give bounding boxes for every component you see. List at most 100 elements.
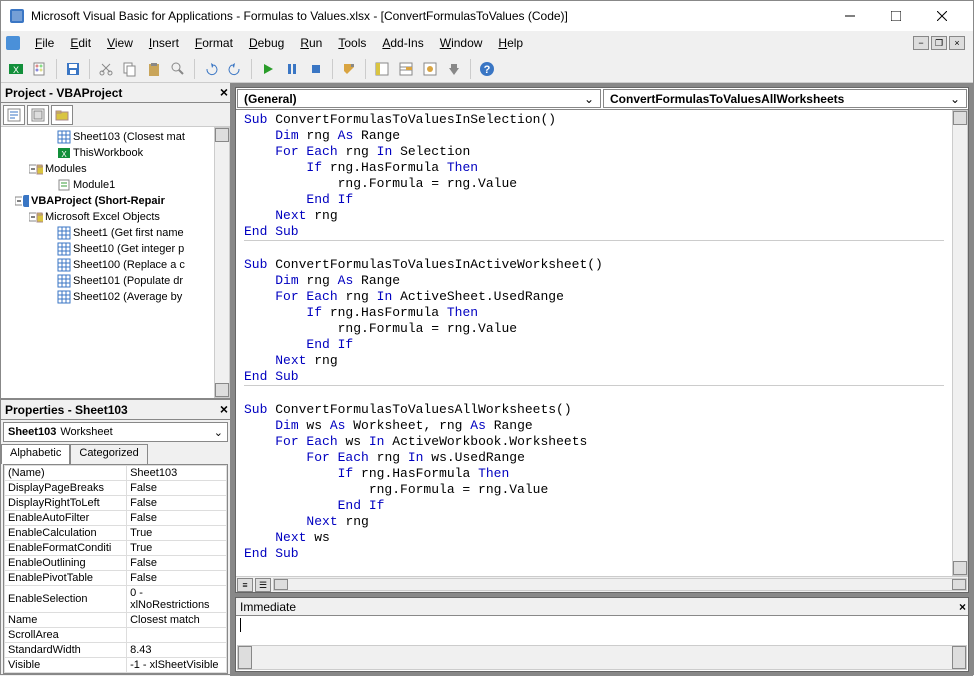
prop-value[interactable]: False — [127, 481, 227, 496]
prop-name[interactable]: ScrollArea — [5, 628, 127, 643]
project-explorer-button[interactable] — [371, 58, 393, 80]
paste-button[interactable] — [143, 58, 165, 80]
view-excel-button[interactable]: X — [5, 58, 27, 80]
prop-value[interactable]: False — [127, 556, 227, 571]
properties-close-icon[interactable]: × — [220, 401, 228, 417]
mdi-close-button[interactable]: × — [949, 36, 965, 50]
save-button[interactable] — [62, 58, 84, 80]
immediate-close-icon[interactable]: × — [959, 600, 966, 614]
project-explorer-close-icon[interactable]: × — [220, 84, 228, 100]
prop-value[interactable]: True — [127, 541, 227, 556]
mdi-restore-button[interactable]: ❐ — [931, 36, 947, 50]
prop-value[interactable]: False — [127, 496, 227, 511]
insert-dropdown[interactable] — [29, 58, 51, 80]
code-vscroll[interactable] — [952, 110, 968, 576]
prop-name[interactable]: StandardWidth — [5, 643, 127, 658]
menu-debug[interactable]: Debug — [241, 34, 292, 52]
tab-categorized[interactable]: Categorized — [70, 444, 147, 464]
tree-item[interactable]: VBAProject (Short-Repair — [1, 193, 230, 209]
view-code-button[interactable] — [3, 105, 25, 125]
find-button[interactable] — [167, 58, 189, 80]
prop-name[interactable]: EnableFormatConditi — [5, 541, 127, 556]
prop-name[interactable]: EnablePivotTable — [5, 571, 127, 586]
break-button[interactable] — [281, 58, 303, 80]
minimize-button[interactable] — [827, 1, 873, 31]
mdi-icon — [5, 35, 21, 51]
menu-insert[interactable]: Insert — [141, 34, 187, 52]
copy-button[interactable] — [119, 58, 141, 80]
prop-name[interactable]: EnableCalculation — [5, 526, 127, 541]
immediate-hscroll[interactable] — [237, 645, 967, 671]
prop-value[interactable]: True — [127, 526, 227, 541]
code-hscroll[interactable] — [273, 578, 967, 591]
prop-value[interactable] — [127, 628, 227, 643]
close-button[interactable] — [919, 1, 965, 31]
menu-window[interactable]: Window — [432, 34, 491, 52]
cut-button[interactable] — [95, 58, 117, 80]
prop-name[interactable]: (Name) — [5, 466, 127, 481]
menu-run[interactable]: Run — [292, 34, 330, 52]
code-editor[interactable]: Sub ConvertFormulasToValuesInSelection()… — [236, 110, 952, 576]
prop-name[interactable]: DisplayPageBreaks — [5, 481, 127, 496]
prop-value[interactable]: 8.43 — [127, 643, 227, 658]
prop-name[interactable]: Visible — [5, 658, 127, 673]
tree-item[interactable]: Sheet10 (Get integer p — [1, 241, 230, 257]
title-bar: Microsoft Visual Basic for Applications … — [1, 1, 973, 31]
design-mode-button[interactable] — [338, 58, 360, 80]
tree-item[interactable]: Sheet103 (Closest mat — [1, 129, 230, 145]
prop-name[interactable]: EnableAutoFilter — [5, 511, 127, 526]
properties-window-button[interactable] — [395, 58, 417, 80]
menu-tools[interactable]: Tools — [330, 34, 374, 52]
tree-item[interactable]: Sheet101 (Populate dr — [1, 273, 230, 289]
chevron-down-icon[interactable]: ⌄ — [584, 92, 594, 106]
full-module-view-button[interactable]: ☰ — [255, 578, 271, 592]
run-button[interactable] — [257, 58, 279, 80]
tree-item[interactable]: Modules — [1, 161, 230, 177]
tree-item[interactable]: XThisWorkbook — [1, 145, 230, 161]
mdi-minimize-button[interactable]: − — [913, 36, 929, 50]
tree-item[interactable]: Sheet102 (Average by — [1, 289, 230, 305]
tab-alphabetic[interactable]: Alphabetic — [1, 444, 70, 464]
sheet-icon — [57, 274, 71, 288]
menu-view[interactable]: View — [99, 34, 141, 52]
prop-name[interactable]: DisplayRightToLeft — [5, 496, 127, 511]
reset-button[interactable] — [305, 58, 327, 80]
prop-value[interactable]: Closest match — [127, 613, 227, 628]
tree-item[interactable]: Sheet100 (Replace a c — [1, 257, 230, 273]
toggle-folders-button[interactable] — [51, 105, 73, 125]
menu-edit[interactable]: Edit — [62, 34, 99, 52]
view-object-button[interactable] — [27, 105, 49, 125]
redo-button[interactable] — [224, 58, 246, 80]
properties-object-combo[interactable]: Sheet103 Worksheet ⌄ — [3, 422, 228, 442]
menu-help[interactable]: Help — [490, 34, 531, 52]
prop-value[interactable]: False — [127, 511, 227, 526]
prop-value[interactable]: Sheet103 — [127, 466, 227, 481]
prop-value[interactable]: False — [127, 571, 227, 586]
tree-item[interactable]: Microsoft Excel Objects — [1, 209, 230, 225]
menu-format[interactable]: Format — [187, 34, 241, 52]
help-button[interactable]: ? — [476, 58, 498, 80]
procedure-view-button[interactable]: ≡ — [237, 578, 253, 592]
chevron-down-icon[interactable]: ⌄ — [214, 426, 223, 439]
chevron-down-icon[interactable]: ⌄ — [950, 92, 960, 106]
prop-name[interactable]: EnableSelection — [5, 586, 127, 613]
immediate-input[interactable] — [236, 616, 968, 644]
tree-vscroll[interactable] — [214, 127, 230, 398]
properties-grid[interactable]: (Name)Sheet103DisplayPageBreaksFalseDisp… — [3, 464, 228, 674]
prop-name[interactable]: EnableOutlining — [5, 556, 127, 571]
procedure-combo[interactable]: ConvertFormulasToValuesAllWorksheets ⌄ — [603, 89, 967, 108]
menu-file[interactable]: File — [27, 34, 62, 52]
menu-add-ins[interactable]: Add-Ins — [374, 34, 431, 52]
prop-name[interactable]: Name — [5, 613, 127, 628]
object-browser-button[interactable] — [419, 58, 441, 80]
vbaproj-minus-icon — [15, 194, 29, 208]
prop-value[interactable]: -1 - xlSheetVisible — [127, 658, 227, 673]
toolbox-button[interactable] — [443, 58, 465, 80]
maximize-button[interactable] — [873, 1, 919, 31]
tree-item[interactable]: Sheet1 (Get first name — [1, 225, 230, 241]
undo-button[interactable] — [200, 58, 222, 80]
tree-item[interactable]: Module1 — [1, 177, 230, 193]
project-tree[interactable]: Sheet103 (Closest matXThisWorkbookModule… — [1, 127, 230, 398]
prop-value[interactable]: 0 - xlNoRestrictions — [127, 586, 227, 613]
object-combo[interactable]: (General) ⌄ — [237, 89, 601, 108]
